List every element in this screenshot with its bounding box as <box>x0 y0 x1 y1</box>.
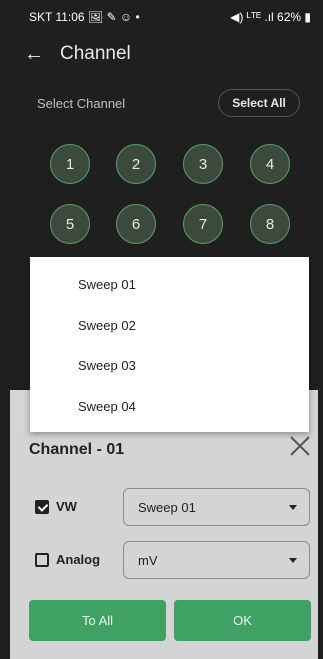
sweep-option-03[interactable]: Sweep 03 <box>78 358 136 373</box>
channel-button-4[interactable]: 4 <box>250 144 290 184</box>
analog-label: Analog <box>56 552 101 567</box>
channel-label: 5 <box>65 215 75 233</box>
analog-unit-select[interactable]: mV <box>123 541 310 579</box>
sweep-option-04[interactable]: Sweep 04 <box>78 399 136 414</box>
channel-button-1[interactable]: 1 <box>50 144 90 184</box>
channel-button-3[interactable]: 3 <box>183 144 223 184</box>
channel-button-2[interactable]: 2 <box>116 144 156 184</box>
vw-label: VW <box>56 499 77 514</box>
sheet-title: Channel - 01 <box>29 441 125 458</box>
channel-label: 3 <box>198 155 208 173</box>
status-bar: SKT 11:06 🖼 ✎ ☺ • ◀) ᴸᵀᴱ .ıl 62% ▮ <box>0 0 323 34</box>
channel-button-8[interactable]: 8 <box>250 204 290 244</box>
vw-selected-value: Sweep 01 <box>138 500 196 515</box>
channel-label: 1 <box>65 155 75 173</box>
dropdown-arrow-icon <box>289 505 297 510</box>
page-title: Channel <box>60 43 131 64</box>
channel-button-6[interactable]: 6 <box>116 204 156 244</box>
analog-checkbox[interactable] <box>35 553 49 567</box>
status-left: SKT 11:06 🖼 ✎ ☺ • <box>29 10 140 24</box>
channel-label: 4 <box>265 155 275 173</box>
dropdown-arrow-icon <box>289 558 297 563</box>
vw-sweep-select[interactable]: Sweep 01 <box>123 488 310 526</box>
select-all-button[interactable]: Select All <box>218 89 300 117</box>
back-arrow-icon[interactable]: ← <box>24 43 44 66</box>
close-icon[interactable] <box>288 434 312 458</box>
channel-button-7[interactable]: 7 <box>183 204 223 244</box>
select-channel-label: Select Channel <box>37 96 126 111</box>
vw-checkbox[interactable] <box>35 500 49 514</box>
sweep-option-02[interactable]: Sweep 02 <box>78 318 136 333</box>
sweep-option-01[interactable]: Sweep 01 <box>78 277 136 292</box>
channel-label: 7 <box>198 215 208 233</box>
to-all-button[interactable]: To All <box>29 600 166 641</box>
channel-label: 2 <box>131 155 141 173</box>
sweep-options-popup: Sweep 01 Sweep 02 Sweep 03 Sweep 04 <box>30 257 309 432</box>
channel-label: 8 <box>265 215 275 233</box>
channel-button-5[interactable]: 5 <box>50 204 90 244</box>
channel-label: 6 <box>131 215 141 233</box>
status-right: ◀) ᴸᵀᴱ .ıl 62% ▮ <box>230 10 311 24</box>
ok-button[interactable]: OK <box>174 600 311 641</box>
analog-selected-value: mV <box>138 553 158 568</box>
app-bar: ← Channel <box>0 34 323 78</box>
